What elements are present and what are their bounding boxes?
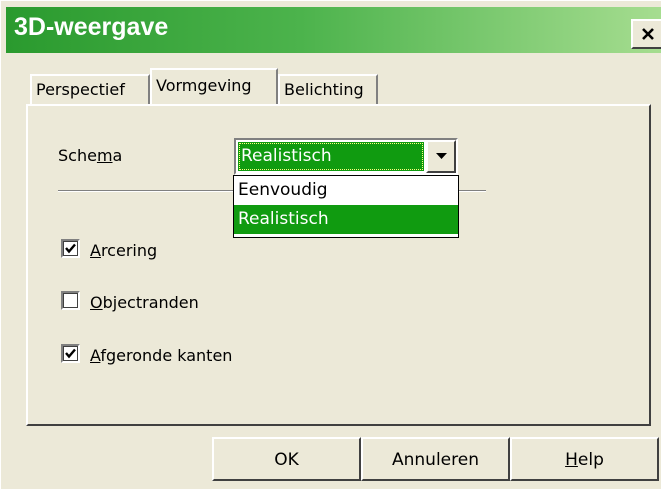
scheme-select[interactable]: Realistisch xyxy=(234,138,458,175)
afgeronde-kanten-checkbox[interactable] xyxy=(61,344,80,363)
tab-label: Vormgeving xyxy=(156,76,252,95)
close-button[interactable] xyxy=(631,19,661,49)
afgeronde-kanten-label[interactable]: Afgeronde kanten xyxy=(90,346,232,365)
scheme-dropdown-button[interactable] xyxy=(426,140,456,173)
scheme-label: Schema xyxy=(58,146,123,165)
window-title: 3D-weergave xyxy=(14,13,169,41)
option-realistisch[interactable]: Realistisch xyxy=(234,205,458,234)
tab-perspectief[interactable]: Perspectief xyxy=(30,74,150,104)
scheme-dropdown-list: Eenvoudig Realistisch xyxy=(233,175,459,238)
objectranden-checkbox[interactable] xyxy=(61,291,80,310)
title-bar[interactable]: 3D-weergave xyxy=(6,7,661,53)
chevron-down-icon xyxy=(436,153,447,159)
arcering-checkbox[interactable] xyxy=(61,239,80,258)
dialog-window: 3D-weergave Perspectief Vormgeving Belic… xyxy=(0,0,661,489)
tab-belichting[interactable]: Belichting xyxy=(278,74,378,104)
arcering-label[interactable]: Arcering xyxy=(90,241,157,260)
cancel-button[interactable]: Annuleren xyxy=(361,437,510,481)
ok-button[interactable]: OK xyxy=(212,437,361,481)
tab-label: Belichting xyxy=(284,80,364,99)
close-icon xyxy=(642,28,654,40)
option-eenvoudig[interactable]: Eenvoudig xyxy=(234,176,458,205)
tab-label: Perspectief xyxy=(36,80,125,99)
scheme-selected-value: Realistisch xyxy=(238,142,424,171)
objectranden-label[interactable]: Objectranden xyxy=(90,293,199,312)
checkmark-icon xyxy=(65,243,76,254)
checkmark-icon xyxy=(65,348,76,359)
help-button[interactable]: Help xyxy=(510,437,659,481)
tab-vormgeving[interactable]: Vormgeving xyxy=(150,68,278,104)
